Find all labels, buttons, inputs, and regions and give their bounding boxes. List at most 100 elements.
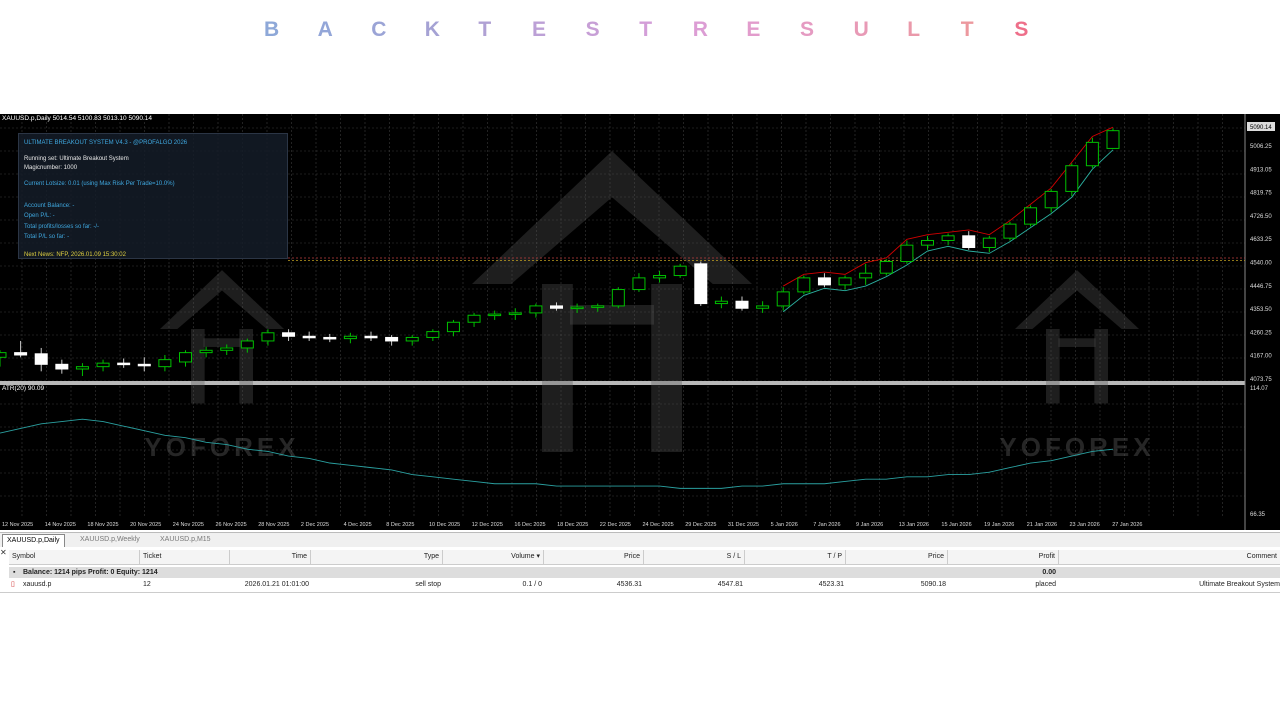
candle-body	[982, 237, 996, 248]
candle-body	[879, 261, 893, 274]
collapse-icon[interactable]: ▪	[13, 567, 15, 578]
date-axis-label: 15 Jan 2026	[941, 522, 971, 528]
watermark-text: YOFOREX	[999, 432, 1154, 462]
title-letter: C	[371, 18, 387, 41]
ea-info-panel: ULTIMATE BREAKOUT SYSTEM V4.3 - @PROFALG…	[18, 133, 288, 259]
atr-label: ATR(20) 90.09	[2, 385, 45, 392]
watermark-logo	[542, 284, 573, 452]
date-axis-label: 8 Dec 2025	[386, 522, 414, 528]
date-axis-label: 29 Dec 2025	[685, 522, 716, 528]
order-symbol: xauusd.p	[23, 581, 52, 588]
candle-body	[570, 306, 584, 310]
price-axis-label: 4167.00	[1250, 354, 1272, 360]
candle-body	[488, 313, 502, 317]
tab-xauusd-weekly[interactable]: XAUUSD.p,Weekly	[76, 534, 144, 546]
title-letter: E	[532, 18, 547, 41]
date-axis-label: 13 Jan 2026	[899, 522, 929, 528]
candle-body	[261, 332, 275, 342]
col-symbol[interactable]: Symbol	[9, 550, 140, 564]
watermark-text: YOFOREX	[144, 432, 299, 462]
col-tp[interactable]: T / P	[745, 550, 846, 564]
price-axis-label: 4819.75	[1250, 191, 1272, 197]
atr-axis-label: 114.07	[1250, 386, 1269, 392]
atr-axis-label: 66.35	[1250, 512, 1266, 518]
date-axis-label: 12 Nov 2025	[2, 522, 33, 528]
candle-body	[838, 277, 852, 286]
price-chart[interactable]: YOFOREX YOFOREX 5006.25 4913.05 4819.75 4726.…	[0, 114, 1280, 530]
candle-body	[158, 359, 172, 368]
watermark-logo	[1015, 270, 1139, 329]
price-axis-label: 4633.25	[1250, 237, 1272, 243]
date-axis-label: 2 Dec 2025	[301, 522, 329, 528]
col-profit[interactable]: Profit	[948, 550, 1059, 564]
title-letter: S	[1014, 18, 1029, 41]
col-current-price[interactable]: Price	[846, 550, 948, 564]
candle-body	[859, 272, 873, 279]
title-letter: S	[585, 18, 600, 41]
candle-body	[179, 352, 192, 363]
candle-body	[117, 362, 131, 366]
title-letter: B	[264, 18, 280, 41]
watermark-logo	[1046, 329, 1060, 404]
watermark-logo	[160, 270, 284, 329]
col-sl[interactable]: S / L	[644, 550, 745, 564]
candle-body	[1065, 165, 1079, 192]
col-ticket[interactable]: Ticket	[140, 550, 230, 564]
watermark-logo	[472, 151, 752, 284]
order-tp: 4523.31	[818, 581, 844, 588]
date-axis-label: 23 Jan 2026	[1070, 522, 1100, 528]
date-axis-label: 18 Dec 2025	[557, 522, 588, 528]
col-volume[interactable]: Volume ▾	[443, 550, 544, 564]
order-profit: placed	[1035, 581, 1056, 588]
col-comment[interactable]: Comment	[1059, 550, 1280, 564]
watermark-logo	[1094, 329, 1108, 404]
candle-body	[550, 305, 563, 309]
date-axis-label: 31 Dec 2025	[728, 522, 759, 528]
candle-body	[199, 349, 213, 354]
candle-body	[1024, 207, 1038, 225]
candle-body	[756, 305, 770, 309]
magic-number: Magicnumber: 1000	[24, 165, 78, 171]
order-volume: 0.1 / 0	[522, 581, 542, 588]
candle-body	[900, 244, 914, 263]
candle-body	[611, 289, 625, 307]
tab-xauusd-daily[interactable]: XAUUSD.p,Daily	[2, 534, 65, 547]
ea-title: ULTIMATE BREAKOUT SYSTEM V4.3 - @PROFALG…	[24, 140, 188, 146]
date-axis-label: 16 Dec 2025	[514, 522, 545, 528]
candle-body	[14, 352, 28, 356]
page-title: BACKTESTRESULTS	[0, 18, 1280, 52]
date-axis-label: 27 Jan 2026	[1112, 522, 1142, 528]
watermark-logo	[239, 329, 253, 404]
candle-body	[776, 291, 790, 307]
title-letter: L	[907, 18, 921, 41]
price-axis-label: 4726.50	[1250, 214, 1272, 220]
candle-body	[282, 332, 296, 337]
candle-body	[1003, 223, 1017, 239]
col-type[interactable]: Type	[311, 550, 443, 564]
date-axis-label: 22 Dec 2025	[600, 522, 631, 528]
candle-body	[240, 340, 254, 349]
order-time: 2026.01.21 01:01:00	[244, 581, 309, 588]
watermark-logo	[191, 329, 205, 404]
candle-body	[385, 336, 399, 342]
date-axis-label: 10 Dec 2025	[429, 522, 460, 528]
candle-body	[921, 239, 934, 246]
col-price[interactable]: Price	[544, 550, 644, 564]
total-pl: Total P/L so far: -	[24, 234, 70, 240]
price-axis-label: 4540.00	[1250, 261, 1272, 267]
candle-body	[1085, 141, 1099, 167]
candle-body	[323, 336, 337, 340]
watermark-logo	[203, 338, 241, 347]
order-ticket: 12	[143, 581, 151, 588]
divider	[0, 592, 1280, 593]
date-axis-label: 28 Nov 2025	[258, 522, 289, 528]
candle-body	[55, 363, 69, 370]
candle-body	[220, 347, 234, 351]
date-axis-label: 5 Jan 2026	[771, 522, 798, 528]
table-row[interactable]: ▯ xauusd.p 12 2026.01.21 01:01:00 sell s…	[9, 579, 1280, 591]
tab-xauusd-m15[interactable]: XAUUSD.p,M15	[156, 534, 215, 546]
lotsize: Current Lotsize: 0.01 (using Max Risk Pe…	[24, 181, 175, 187]
date-axis-label: 20 Nov 2025	[130, 522, 161, 528]
candle-body	[941, 235, 955, 241]
col-time[interactable]: Time	[230, 550, 311, 564]
